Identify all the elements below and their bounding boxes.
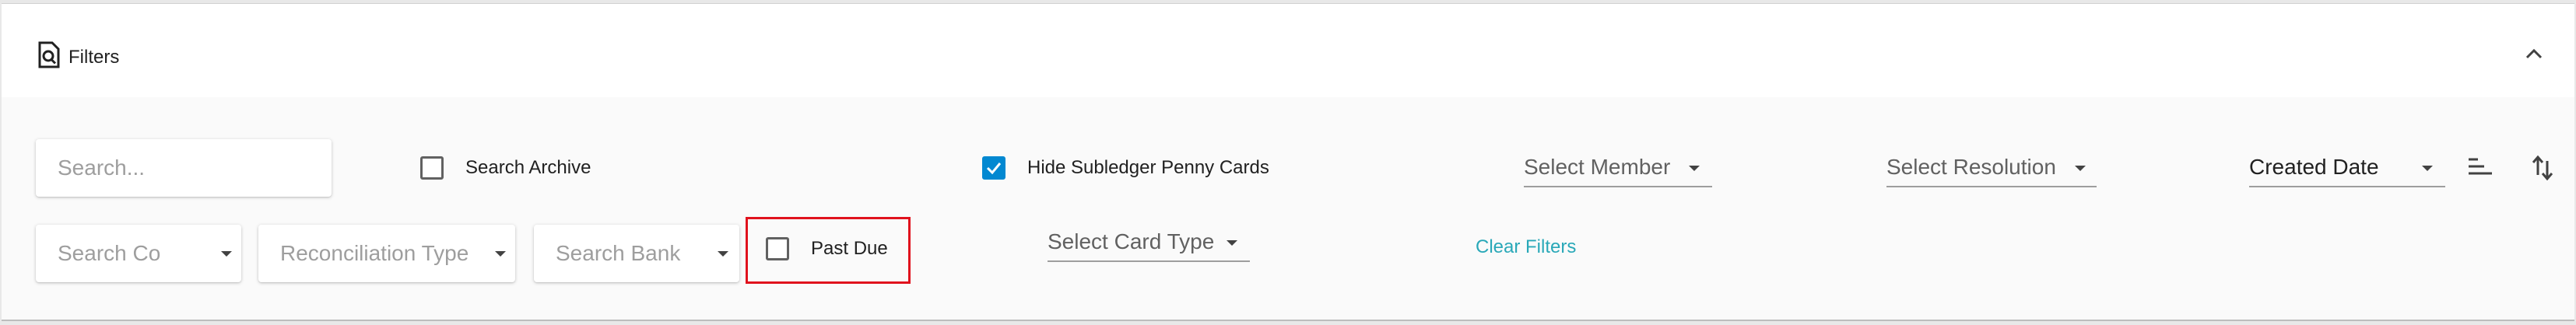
select-resolution-dropdown[interactable]: Select Resolution — [1886, 152, 2097, 187]
reconciliation-type-placeholder: Reconciliation Type — [280, 241, 469, 265]
search-bank-placeholder: Search Bank — [556, 241, 681, 265]
chevron-down-icon — [1227, 240, 1237, 246]
hide-subledger-label: Hide Subledger Penny Cards — [1027, 157, 1269, 178]
filters-header[interactable]: Filters — [2, 4, 2574, 98]
checkmark-icon — [986, 162, 1002, 175]
select-resolution-label: Select Resolution — [1886, 155, 2056, 179]
chevron-down-icon — [1689, 166, 1700, 171]
sort-field-select[interactable]: Created Date — [2249, 152, 2445, 187]
search-input[interactable]: Search... — [36, 139, 332, 197]
filters-panel: Filters Search... Search Archive Hide Su… — [2, 3, 2574, 321]
select-member-dropdown[interactable]: Select Member — [1524, 152, 1712, 187]
select-card-type-label: Select Card Type — [1048, 229, 1215, 253]
chevron-down-icon — [2075, 166, 2086, 171]
reconciliation-type-select[interactable]: Reconciliation Type — [258, 225, 515, 282]
chevron-down-icon — [2422, 166, 2433, 171]
filters-body: Search... Search Archive Hide Subledger … — [2, 97, 2574, 321]
search-archive-label: Search Archive — [465, 157, 591, 178]
search-co-placeholder: Search Co — [58, 241, 161, 265]
sort-lines-icon[interactable] — [2467, 156, 2494, 182]
search-placeholder: Search... — [58, 156, 146, 180]
select-card-type-dropdown[interactable]: Select Card Type — [1048, 226, 1250, 262]
search-bank-select[interactable]: Search Bank — [534, 225, 739, 282]
search-archive-checkbox[interactable] — [420, 156, 444, 180]
select-member-label: Select Member — [1524, 155, 1671, 179]
sort-field-value: Created Date — [2249, 155, 2379, 179]
past-due-highlight — [746, 217, 911, 284]
chevron-down-icon — [495, 251, 506, 257]
swap-vertical-icon[interactable] — [2531, 155, 2554, 185]
hide-subledger-checkbox[interactable] — [982, 156, 1005, 180]
chevron-up-icon[interactable] — [2522, 43, 2546, 65]
document-search-icon — [37, 41, 61, 69]
search-co-select[interactable]: Search Co — [36, 225, 241, 282]
chevron-down-icon — [718, 251, 728, 257]
chevron-down-icon — [221, 251, 232, 257]
filters-title: Filters — [68, 47, 120, 68]
clear-filters-link[interactable]: Clear Filters — [1476, 234, 1576, 260]
